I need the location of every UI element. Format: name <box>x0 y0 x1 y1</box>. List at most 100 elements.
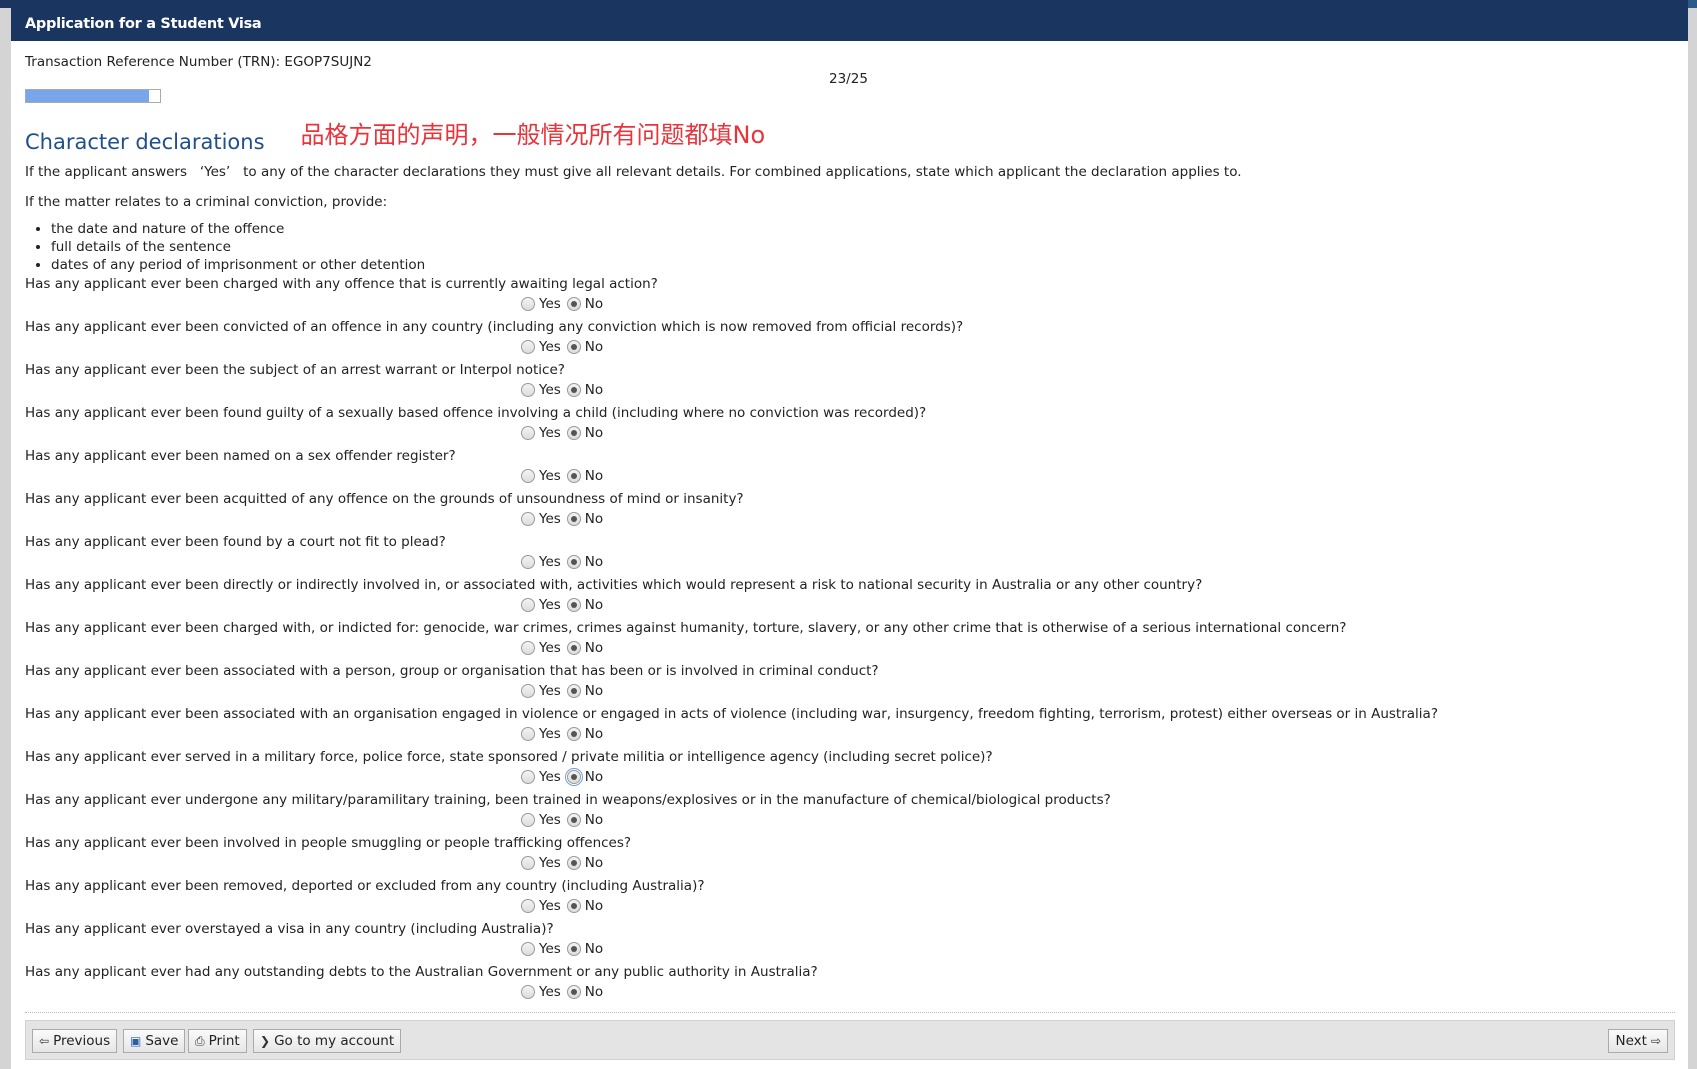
section-title: Character declarations <box>25 130 265 154</box>
arrow-left-icon: ⇦ <box>39 1030 49 1052</box>
question-list: Has any applicant ever been charged with… <box>25 274 1674 1005</box>
radio-yes[interactable] <box>521 426 535 440</box>
question-text: Has any applicant ever been found guilty… <box>25 403 1674 423</box>
question-text: Has any applicant ever been associated w… <box>25 704 1674 724</box>
account-label: Go to my account <box>274 1030 394 1052</box>
radio-yes[interactable] <box>521 727 535 741</box>
no-label: No <box>585 597 603 613</box>
answer-options: Yes No <box>521 724 1674 744</box>
radio-yes[interactable] <box>521 598 535 612</box>
yes-label: Yes <box>539 382 561 398</box>
radio-no[interactable] <box>567 469 581 483</box>
question-item: Has any applicant ever served in a milit… <box>25 747 1674 790</box>
yes-label: Yes <box>539 640 561 656</box>
radio-no[interactable] <box>567 985 581 999</box>
yes-label: Yes <box>539 941 561 957</box>
yes-label: Yes <box>539 683 561 699</box>
no-label: No <box>585 468 603 484</box>
radio-no[interactable] <box>567 598 581 612</box>
yes-label: Yes <box>539 812 561 828</box>
bullet: dates of any period of imprisonment or o… <box>51 256 1674 274</box>
question-text: Has any applicant ever been involved in … <box>25 833 1674 853</box>
question-text: Has any applicant ever undergone any mil… <box>25 790 1674 810</box>
radio-yes[interactable] <box>521 684 535 698</box>
question-item: Has any applicant ever been charged with… <box>25 274 1674 317</box>
no-label: No <box>585 726 603 742</box>
radio-yes[interactable] <box>521 641 535 655</box>
intro-text: If the applicant answers ‘Yes’ to any of… <box>25 162 1674 182</box>
no-label: No <box>585 769 603 785</box>
radio-yes[interactable] <box>521 297 535 311</box>
radio-no[interactable] <box>567 727 581 741</box>
radio-no[interactable] <box>567 426 581 440</box>
no-label: No <box>585 984 603 1000</box>
question-item: Has any applicant ever been named on a s… <box>25 446 1674 489</box>
yes-label: Yes <box>539 898 561 914</box>
yes-label: Yes <box>539 769 561 785</box>
radio-yes[interactable] <box>521 469 535 483</box>
no-label: No <box>585 339 603 355</box>
no-label: No <box>585 425 603 441</box>
question-item: Has any applicant ever been the subject … <box>25 360 1674 403</box>
radio-yes[interactable] <box>521 899 535 913</box>
radio-no[interactable] <box>567 770 581 784</box>
radio-yes[interactable] <box>521 856 535 870</box>
go-to-account-button[interactable]: ❯Go to my account <box>253 1029 401 1053</box>
radio-no[interactable] <box>567 340 581 354</box>
radio-yes[interactable] <box>521 813 535 827</box>
progress-bar <box>25 89 161 103</box>
question-item: Has any applicant ever been found by a c… <box>25 532 1674 575</box>
radio-yes[interactable] <box>521 942 535 956</box>
print-button[interactable]: ⎙Print <box>188 1029 247 1053</box>
question-text: Has any applicant ever been charged with… <box>25 274 1674 294</box>
radio-no[interactable] <box>567 942 581 956</box>
question-text: Has any applicant ever had any outstandi… <box>25 962 1674 982</box>
previous-button[interactable]: ⇦Previous <box>32 1029 117 1053</box>
radio-yes[interactable] <box>521 770 535 784</box>
answer-options: Yes No <box>521 767 1674 787</box>
bullet: the date and nature of the offence <box>51 220 1674 238</box>
radio-no[interactable] <box>567 856 581 870</box>
yes-label: Yes <box>539 468 561 484</box>
save-button[interactable]: ▣Save <box>123 1029 185 1053</box>
radio-yes[interactable] <box>521 985 535 999</box>
question-text: Has any applicant ever served in a milit… <box>25 747 1674 767</box>
answer-options: Yes No <box>521 423 1674 443</box>
answer-options: Yes No <box>521 595 1674 615</box>
yes-label: Yes <box>539 726 561 742</box>
toolbar: ⇦Previous ▣Save ⎙Print ❯Go to my account… <box>25 1020 1675 1060</box>
save-label: Save <box>145 1030 178 1052</box>
radio-no[interactable] <box>567 899 581 913</box>
question-item: Has any applicant ever overstayed a visa… <box>25 919 1674 962</box>
question-text: Has any applicant ever overstayed a visa… <box>25 919 1674 939</box>
question-text: Has any applicant ever been removed, dep… <box>25 876 1674 896</box>
radio-no[interactable] <box>567 555 581 569</box>
radio-no[interactable] <box>567 641 581 655</box>
yes-label: Yes <box>539 597 561 613</box>
radio-no[interactable] <box>567 512 581 526</box>
divider <box>25 1012 1675 1013</box>
no-label: No <box>585 812 603 828</box>
question-item: Has any applicant ever been involved in … <box>25 833 1674 876</box>
radio-yes[interactable] <box>521 512 535 526</box>
question-text: Has any applicant ever been charged with… <box>25 618 1674 638</box>
bullet: full details of the sentence <box>51 238 1674 256</box>
question-item: Has any applicant ever been directly or … <box>25 575 1674 618</box>
radio-yes[interactable] <box>521 383 535 397</box>
radio-yes[interactable] <box>521 340 535 354</box>
yes-label: Yes <box>539 855 561 871</box>
no-label: No <box>585 898 603 914</box>
radio-yes[interactable] <box>521 555 535 569</box>
next-button[interactable]: Next⇨ <box>1608 1029 1668 1053</box>
no-label: No <box>585 855 603 871</box>
printer-icon: ⎙ <box>195 1030 205 1052</box>
radio-no[interactable] <box>567 297 581 311</box>
answer-options: Yes No <box>521 939 1674 959</box>
answer-options: Yes No <box>521 681 1674 701</box>
floppy-icon: ▣ <box>130 1030 141 1052</box>
radio-no[interactable] <box>567 813 581 827</box>
trn: Transaction Reference Number (TRN): EGOP… <box>25 53 1674 71</box>
radio-no[interactable] <box>567 383 581 397</box>
radio-no[interactable] <box>567 684 581 698</box>
question-text: Has any applicant ever been associated w… <box>25 661 1674 681</box>
